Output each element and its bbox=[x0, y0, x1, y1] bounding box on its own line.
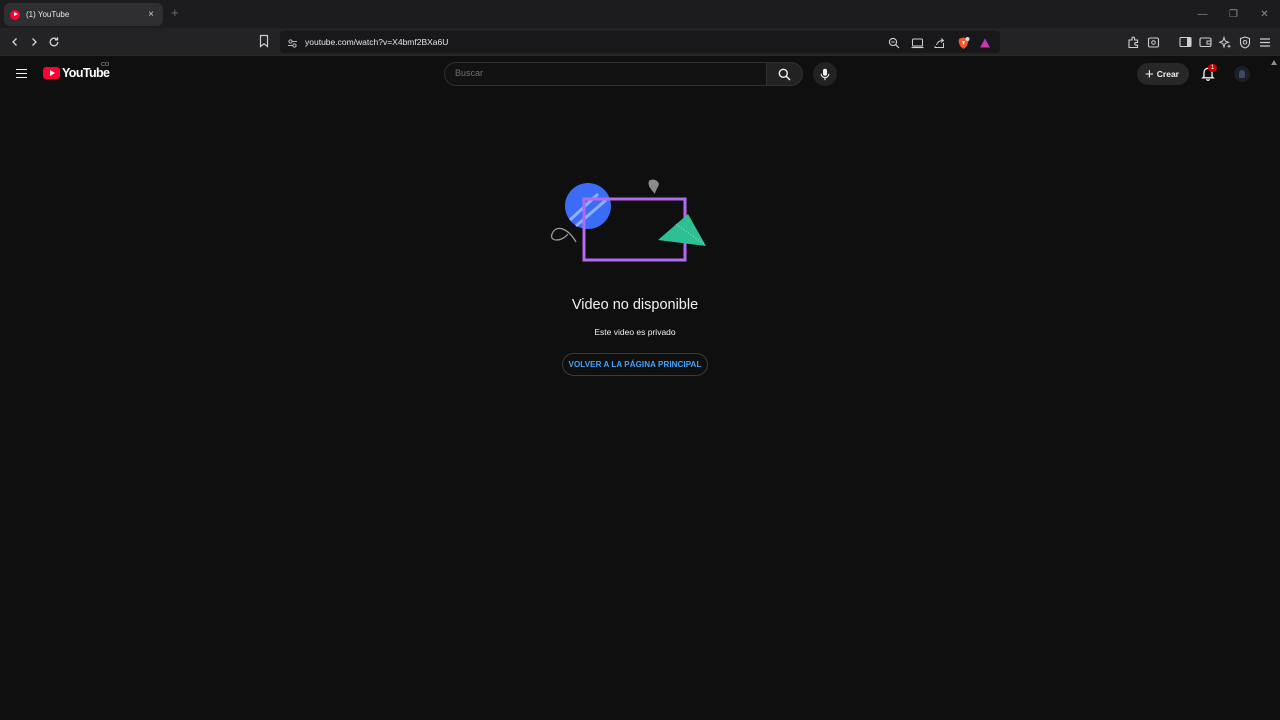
create-button[interactable]: + Crear bbox=[1137, 63, 1189, 85]
broken-tv-illustration-icon bbox=[550, 179, 706, 262]
back-to-home-button[interactable]: VOLVER A LA PÁGINA PRINCIPAL bbox=[562, 353, 708, 376]
microphone-icon bbox=[820, 68, 830, 80]
youtube-play-icon bbox=[43, 67, 60, 79]
search-input[interactable] bbox=[455, 68, 755, 78]
camera-frame-icon bbox=[1147, 36, 1159, 48]
browser-tabstrip: (1) YouTube × + — ❐ ✕ bbox=[0, 0, 1280, 28]
brave-shields-icon[interactable] bbox=[956, 36, 970, 50]
leo-ai-button[interactable] bbox=[1217, 34, 1233, 50]
browser-menu-button[interactable] bbox=[1257, 34, 1273, 50]
country-code: CO bbox=[101, 62, 110, 68]
search-box[interactable] bbox=[444, 62, 767, 86]
shield-icon bbox=[1239, 35, 1251, 49]
share-icon[interactable] bbox=[932, 36, 946, 50]
guide-menu-button[interactable] bbox=[13, 66, 31, 82]
sparkle-icon bbox=[1218, 35, 1231, 49]
search-icon bbox=[778, 68, 791, 81]
restore-button[interactable]: ❐ bbox=[1218, 0, 1249, 28]
sidebar-button[interactable] bbox=[1177, 34, 1193, 50]
sidebar-icon bbox=[1178, 36, 1192, 48]
site-settings-icon[interactable] bbox=[287, 36, 298, 54]
tab-close-button[interactable]: × bbox=[145, 9, 157, 20]
brave-rewards-icon[interactable] bbox=[978, 36, 992, 50]
browser-toolbar: youtube.com/watch?v=X4bmf2BXa6U bbox=[0, 28, 1280, 56]
forward-button[interactable] bbox=[26, 34, 42, 50]
page-title: Video no disponible bbox=[571, 297, 699, 313]
browser-tab-youtube[interactable]: (1) YouTube × bbox=[4, 3, 163, 26]
unavailable-illustration bbox=[548, 176, 710, 271]
plus-icon: + bbox=[1145, 65, 1154, 83]
extensions-button[interactable] bbox=[1125, 34, 1141, 50]
create-label: Crear bbox=[1156, 69, 1179, 79]
wallet-button[interactable] bbox=[1197, 34, 1213, 50]
chevron-right-icon bbox=[32, 38, 37, 46]
vpn-button[interactable] bbox=[1237, 34, 1253, 50]
close-window-button[interactable]: ✕ bbox=[1249, 0, 1280, 28]
search-button[interactable] bbox=[766, 62, 803, 86]
tab-title: (1) YouTube bbox=[26, 10, 70, 19]
bookmark-button[interactable] bbox=[258, 34, 270, 53]
error-message: Este video es privado bbox=[594, 327, 676, 337]
puzzle-icon bbox=[1127, 36, 1138, 48]
back-button[interactable] bbox=[7, 34, 23, 50]
hamburger-menu-icon bbox=[1260, 37, 1270, 47]
youtube-masthead: YouTube CO + Crear 1 bbox=[0, 56, 1280, 92]
cast-icon[interactable] bbox=[910, 36, 924, 50]
avatar[interactable] bbox=[1234, 66, 1250, 82]
voice-search-button[interactable] bbox=[813, 62, 837, 86]
notification-badge: 1 bbox=[1208, 64, 1217, 72]
bookmark-icon bbox=[259, 34, 269, 48]
chevron-left-icon bbox=[12, 38, 17, 46]
new-tab-button[interactable]: + bbox=[171, 5, 179, 20]
minimize-button[interactable]: — bbox=[1187, 0, 1218, 28]
wallet-icon bbox=[1198, 37, 1212, 48]
hamburger-menu-icon bbox=[16, 68, 27, 71]
reload-button[interactable] bbox=[46, 34, 62, 50]
window-controls: — ❐ ✕ bbox=[1187, 0, 1280, 28]
screenshot-button[interactable] bbox=[1145, 34, 1161, 50]
scrollbar-up-arrow[interactable] bbox=[1271, 60, 1277, 65]
youtube-logo[interactable]: YouTube CO bbox=[43, 62, 110, 80]
youtube-favicon-icon bbox=[10, 9, 20, 20]
reload-icon bbox=[49, 37, 59, 47]
address-bar[interactable]: youtube.com/watch?v=X4bmf2BXa6U bbox=[280, 31, 1000, 53]
address-url: youtube.com/watch?v=X4bmf2BXa6U bbox=[305, 37, 449, 47]
logo-wordmark: YouTube bbox=[62, 66, 110, 80]
zoom-icon[interactable] bbox=[887, 36, 901, 50]
